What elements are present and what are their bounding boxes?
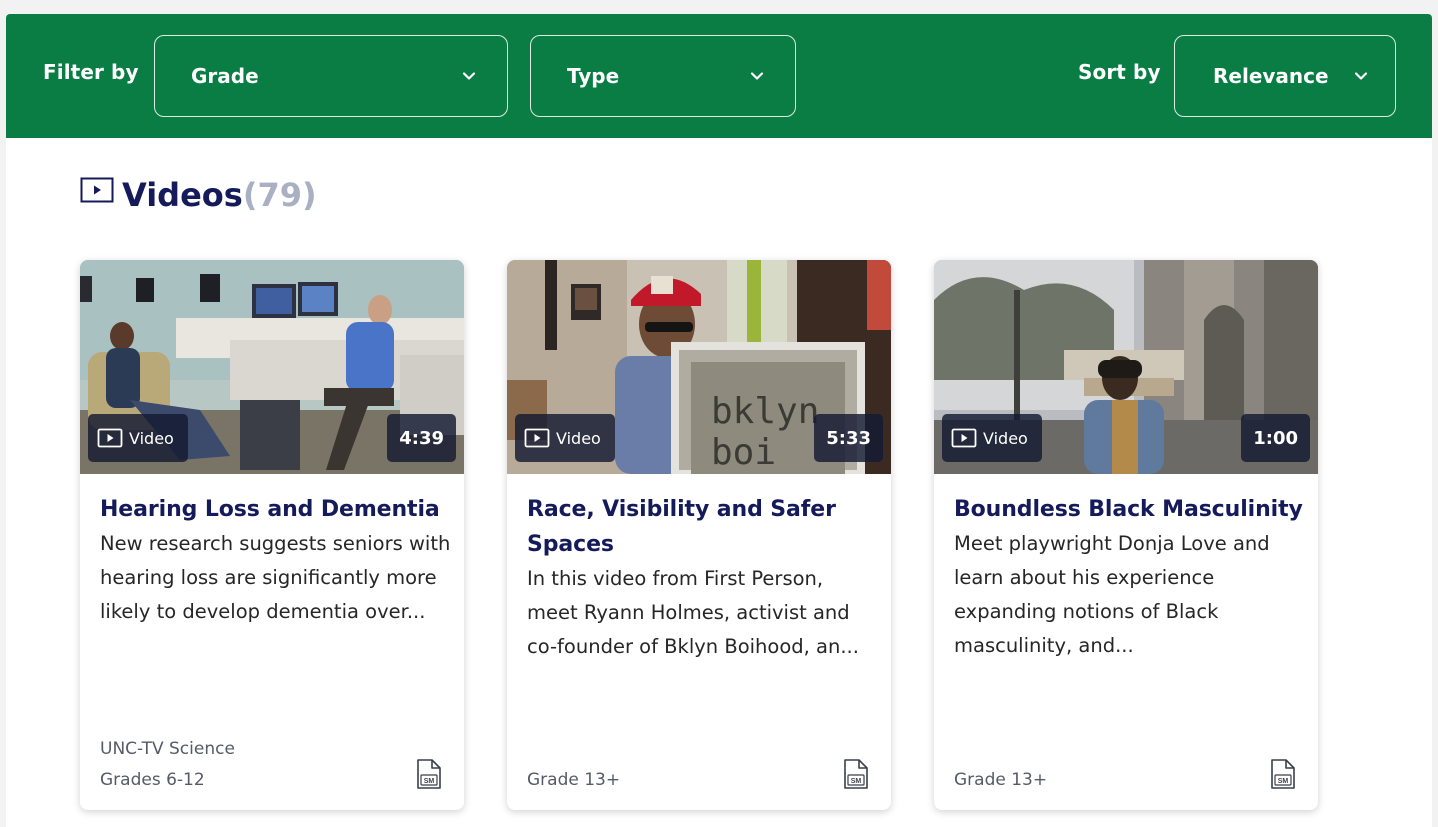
page-frame: Filter by Grade Type Sort by Relevance V… xyxy=(6,14,1432,827)
filter-by-label: Filter by xyxy=(43,60,139,84)
section-name: Videos xyxy=(122,176,243,214)
video-duration: 1:00 xyxy=(1241,414,1310,462)
filter-bar: Filter by Grade Type Sort by Relevance xyxy=(6,14,1432,138)
type-select[interactable]: Type xyxy=(530,35,796,117)
sort-select-value: Relevance xyxy=(1213,64,1329,88)
card-description: Meet playwright Donja Love and learn abo… xyxy=(954,532,1270,657)
video-thumbnail[interactable]: bklyn boi Video 5:33 xyxy=(507,260,891,474)
video-card[interactable]: Video 1:00 Boundless Black Masculinity M… xyxy=(934,260,1318,810)
play-square-icon xyxy=(524,428,550,448)
sm-document-icon: SM xyxy=(417,759,441,789)
grade-select-value: Grade xyxy=(191,64,259,88)
card-grades: Grade 13+ xyxy=(527,770,621,790)
thumbnail-sign-text: boi xyxy=(711,432,776,473)
video-thumbnail[interactable]: Video 4:39 xyxy=(80,260,464,474)
play-square-icon xyxy=(97,428,123,448)
sm-document-icon: SM xyxy=(844,759,868,789)
chevron-down-icon xyxy=(750,72,764,80)
sm-document-icon: SM xyxy=(1271,759,1295,789)
video-type-badge: Video xyxy=(942,414,1042,462)
section-title: Videos (79) xyxy=(80,174,317,216)
card-source: UNC-TV Science xyxy=(100,739,235,759)
video-type-badge: Video xyxy=(515,414,615,462)
card-grades: Grade 13+ xyxy=(954,770,1048,790)
badge-label: Video xyxy=(129,428,174,448)
sort-by-label: Sort by xyxy=(1078,60,1161,84)
video-thumbnail[interactable]: Video 1:00 xyxy=(934,260,1318,474)
play-square-icon xyxy=(80,177,114,203)
sm-icon-label: SM xyxy=(424,778,435,785)
card-grades: Grades 6-12 xyxy=(100,770,205,790)
results-content: Videos (79) Video 4:39 Hearing Loss and … xyxy=(6,138,1432,827)
thumbnail-sign-text: bklyn xyxy=(711,391,819,432)
sm-icon-label: SM xyxy=(1278,778,1289,785)
chevron-down-icon xyxy=(1354,72,1368,80)
card-description: In this video from First Person, meet Ry… xyxy=(527,567,859,658)
sort-select[interactable]: Relevance xyxy=(1174,35,1396,117)
card-title[interactable]: Boundless Black Masculinity xyxy=(954,492,1306,527)
video-type-badge: Video xyxy=(88,414,188,462)
section-count: (79) xyxy=(242,176,317,214)
card-title[interactable]: Race, Visibility and Safer Spaces xyxy=(527,492,879,562)
play-square-icon xyxy=(951,428,977,448)
sm-icon-label: SM xyxy=(851,778,862,785)
badge-label: Video xyxy=(983,428,1028,448)
card-description: New research suggests seniors with heari… xyxy=(100,532,451,623)
video-duration: 4:39 xyxy=(387,414,456,462)
video-card[interactable]: Video 4:39 Hearing Loss and Dementia New… xyxy=(80,260,464,810)
type-select-value: Type xyxy=(567,64,620,88)
chevron-down-icon xyxy=(462,72,476,80)
card-title[interactable]: Hearing Loss and Dementia xyxy=(100,492,452,527)
badge-label: Video xyxy=(556,428,601,448)
video-card[interactable]: bklyn boi Video 5:33 Race, Visibility an… xyxy=(507,260,891,810)
grade-select[interactable]: Grade xyxy=(154,35,508,117)
video-duration: 5:33 xyxy=(814,414,883,462)
